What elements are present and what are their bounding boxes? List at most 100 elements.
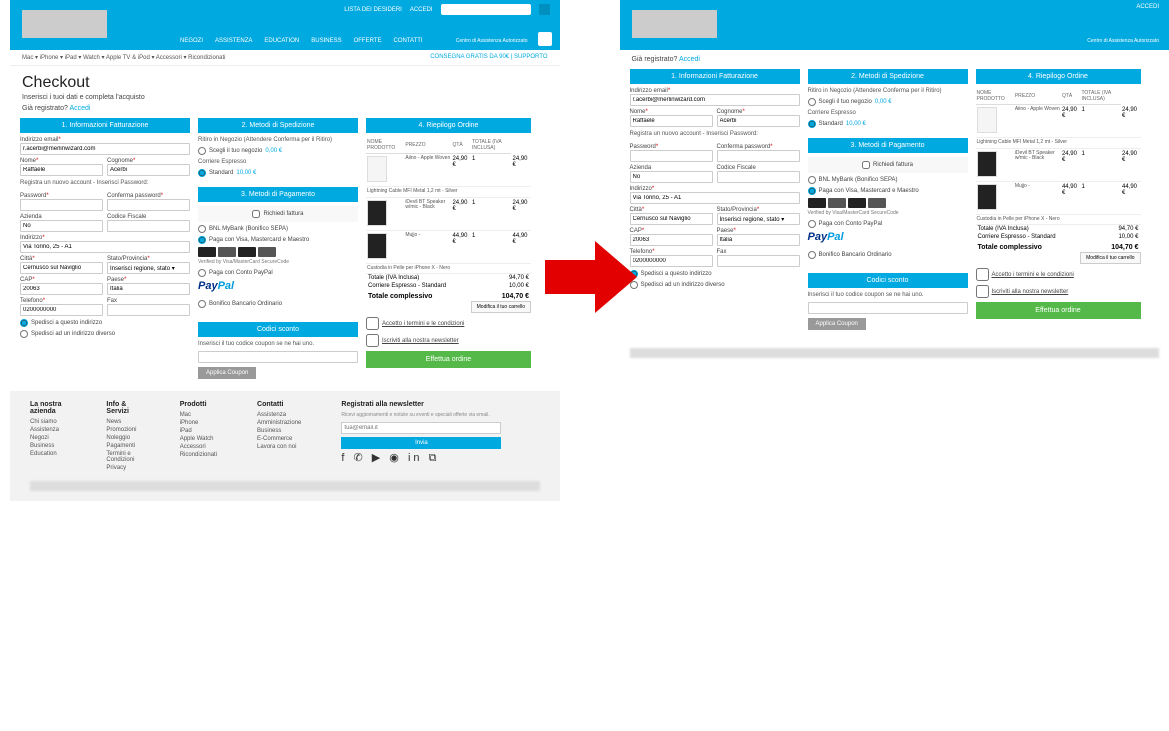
wire-radio-r[interactable]	[808, 251, 816, 259]
paese-select-r[interactable]	[717, 234, 800, 246]
prov-select[interactable]	[107, 262, 190, 274]
pickup-radio-r[interactable]	[808, 98, 816, 106]
cognome-field-r[interactable]	[717, 115, 800, 127]
coupon-field-r[interactable]	[808, 302, 968, 314]
cognome-field[interactable]	[107, 164, 190, 176]
place-order-button-r[interactable]: Effettua ordine	[976, 302, 1141, 319]
modify-cart-button[interactable]: Modifica il tuo carrello	[471, 301, 531, 313]
cf-field[interactable]	[107, 220, 190, 232]
cf-field-r[interactable]	[717, 171, 800, 183]
newsletter-link[interactable]: Iscriviti alla nostra newsletter	[382, 338, 459, 344]
prov-select-r[interactable]	[717, 213, 800, 225]
coupon-field[interactable]	[198, 351, 358, 363]
search-input[interactable]	[441, 4, 531, 15]
pwd2-field[interactable]	[107, 199, 190, 211]
nav-negozi[interactable]: NEGOZI	[180, 38, 203, 44]
cap-field-r[interactable]	[630, 234, 713, 246]
wishlist-link[interactable]: LISTA DEI DESIDERI	[344, 7, 402, 13]
citta-field[interactable]	[20, 262, 103, 274]
pickup-price: 0,00 €	[265, 148, 282, 154]
pickup-radio[interactable]	[198, 147, 206, 155]
nav-assistenza[interactable]: ASSISTENZA	[215, 38, 252, 44]
subnav-items[interactable]: Mac ▾ iPhone ▾ iPad ▾ Watch ▾ Apple TV &…	[22, 55, 226, 61]
indirizzo-field-r[interactable]	[630, 192, 800, 204]
nav-offerte[interactable]: OFFERTE	[354, 38, 382, 44]
coupon-button-r[interactable]: Applica Coupon	[808, 318, 866, 330]
standard-radio-r[interactable]	[808, 120, 816, 128]
modify-cart-button-r[interactable]: Modifica il tuo carrello	[1080, 252, 1140, 264]
payment-header: 3. Metodi di Pagamento	[198, 187, 358, 202]
coupon-note: Inserisci il tuo codice coupon se ne hai…	[198, 341, 358, 347]
nav-education[interactable]: EDUCATION	[264, 38, 299, 44]
azienda-select[interactable]	[20, 220, 103, 232]
newsletter-link-r[interactable]: Iscriviti alla nostra newsletter	[992, 289, 1069, 295]
coupon-header-r: Codici sconto	[808, 273, 968, 288]
product-thumb-icon	[367, 156, 387, 182]
terms-link[interactable]: Accetto i termini e le condizioni	[382, 321, 464, 327]
product-thumb-icon	[367, 200, 387, 226]
cart-icon[interactable]	[538, 32, 552, 46]
free-ship-promo[interactable]: CONSEGNA GRATIS DA 90€	[430, 54, 509, 60]
mybank-label-r: BNL MyBank (Bonifico SEPA)	[819, 177, 898, 183]
mybank-radio-r[interactable]	[808, 176, 816, 184]
newsletter-checkbox[interactable]	[366, 334, 379, 347]
login-link-r[interactable]: ACCEDI	[1136, 4, 1159, 10]
paese-select[interactable]	[107, 283, 190, 295]
nome-field-r[interactable]	[630, 115, 713, 127]
login-accedi-link-r[interactable]: Accedi	[679, 56, 700, 63]
azienda-select-r[interactable]	[630, 171, 713, 183]
ship-other-label-r: Spedisci ad un indirizzo diverso	[641, 282, 725, 288]
support-link[interactable]: SUPPORTO	[514, 54, 547, 60]
pwd-field-r[interactable]	[630, 150, 713, 162]
standard-price: 10,00 €	[236, 170, 256, 176]
newsletter-submit-button[interactable]: Invia	[341, 437, 501, 449]
sub-nav: Mac ▾ iPhone ▾ iPad ▾ Watch ▾ Apple TV &…	[10, 50, 560, 66]
standard-label-r: Standard	[819, 121, 843, 127]
terms-checkbox-r[interactable]	[976, 268, 989, 281]
tel-field[interactable]	[20, 304, 103, 316]
social-icons[interactable]: f ✆ ▶ ◉ in ⧉	[341, 451, 539, 465]
card-radio[interactable]	[198, 236, 206, 244]
citta-field-r[interactable]	[630, 213, 713, 225]
coupon-header: Codici sconto	[198, 322, 358, 337]
login-link[interactable]: ACCEDI	[410, 7, 433, 13]
invoice-label: Richiedi fattura	[263, 211, 303, 217]
invoice-checkbox-r[interactable]	[862, 161, 870, 169]
payment-header-r: 3. Metodi di Pagamento	[808, 138, 968, 153]
paypal-logo-r: PayPal	[808, 231, 968, 243]
indirizzo-field[interactable]	[20, 241, 190, 253]
courier-title: Corriere Espresso	[198, 159, 358, 165]
wire-radio[interactable]	[198, 300, 206, 308]
email-field[interactable]	[20, 143, 190, 155]
ship-other-label: Spedisci ad un indirizzo diverso	[31, 331, 115, 337]
terms-checkbox[interactable]	[366, 317, 379, 330]
cap-field[interactable]	[20, 283, 103, 295]
ship-here-radio[interactable]	[20, 319, 28, 327]
fax-field-r[interactable]	[717, 255, 800, 267]
paypal-radio-r[interactable]	[808, 220, 816, 228]
nav-business[interactable]: BUSINESS	[311, 38, 341, 44]
invoice-checkbox[interactable]	[252, 210, 260, 218]
fax-field[interactable]	[107, 304, 190, 316]
card-radio-r[interactable]	[808, 187, 816, 195]
mybank-radio[interactable]	[198, 225, 206, 233]
coupon-button[interactable]: Applica Coupon	[198, 367, 256, 379]
card-label: Paga con Visa, Mastercard e Maestro	[209, 237, 309, 243]
paypal-radio[interactable]	[198, 269, 206, 277]
newsletter-email-field[interactable]	[341, 422, 501, 434]
pwd-field[interactable]	[20, 199, 103, 211]
nome-field[interactable]	[20, 164, 103, 176]
newsletter-checkbox-r[interactable]	[976, 285, 989, 298]
verified-text-r: Verified by Visa/MasterCard SecureCode	[808, 210, 968, 216]
table-row: iDevil BT Speaker w/mic - Black24,90 €12…	[976, 148, 1141, 181]
search-icon[interactable]	[539, 4, 550, 15]
login-accedi-link[interactable]: Accedi	[69, 105, 90, 112]
terms-link-r[interactable]: Accetto i termini e le condizioni	[992, 272, 1074, 278]
standard-radio[interactable]	[198, 169, 206, 177]
pwd2-field-r[interactable]	[717, 150, 800, 162]
tel-field-r[interactable]	[630, 255, 713, 267]
place-order-button[interactable]: Effettua ordine	[366, 351, 531, 368]
nav-contatti[interactable]: CONTATTI	[393, 38, 422, 44]
email-field-r[interactable]	[630, 94, 800, 106]
ship-other-radio[interactable]	[20, 330, 28, 338]
